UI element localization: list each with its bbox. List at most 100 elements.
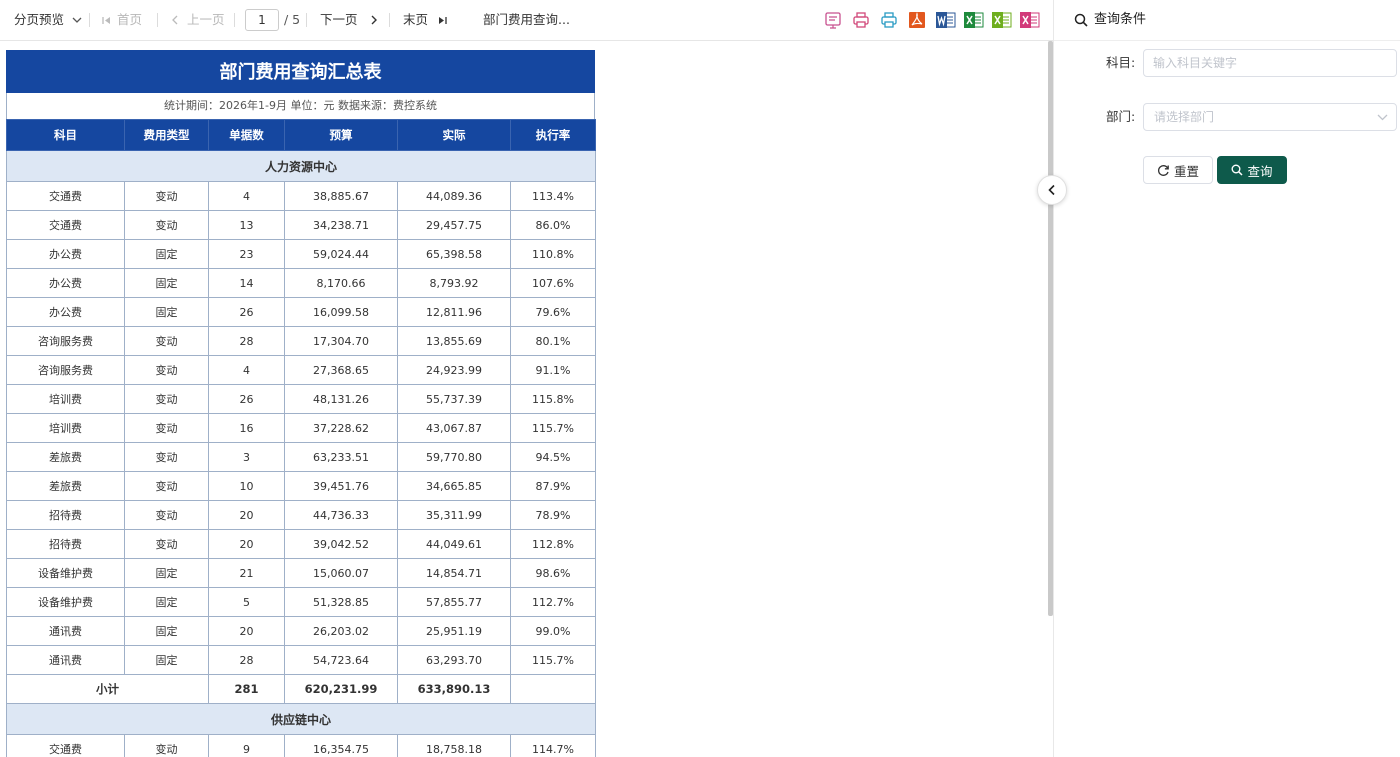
table-cell: 112.8% [510, 529, 596, 559]
page-number-input[interactable] [245, 9, 279, 31]
table-cell: 办公费 [6, 268, 125, 298]
table-cell: 48,131.26 [284, 384, 398, 414]
subtotal-count: 281 [208, 674, 285, 704]
excel-alt-icon[interactable] [992, 11, 1012, 29]
subtotal-label: 小计 [6, 674, 209, 704]
excel-icon[interactable] [964, 11, 984, 29]
query-button[interactable]: 查询 [1217, 156, 1287, 184]
table-cell: 78.9% [510, 500, 596, 530]
last-page-label: 末页 [403, 12, 429, 27]
chevron-right-icon [371, 15, 377, 25]
table-cell: 27,368.65 [284, 355, 398, 385]
collapse-panel-button[interactable] [1037, 175, 1067, 205]
refresh-icon [1158, 164, 1169, 176]
table-cell: 交通费 [6, 734, 125, 757]
department-placeholder: 请选择部门 [1154, 110, 1215, 124]
table-cell: 变动 [124, 529, 209, 559]
table-cell: 63,233.51 [284, 442, 398, 472]
subject-input[interactable] [1143, 49, 1397, 77]
chevron-left-icon [172, 15, 178, 25]
report-toolbar: 分页预览 首页 上一页 / 5 下一页 末页 部门费用查询... [0, 0, 1054, 41]
table-cell: 固定 [124, 268, 209, 298]
table-cell: 26 [208, 384, 285, 414]
report-meta: 统计期间：2026年1-9月 单位：元 数据来源：费控系统 [6, 93, 595, 119]
chevron-down-icon [1377, 114, 1388, 121]
document-title: 部门费用查询... [483, 12, 570, 27]
table-cell: 办公费 [6, 239, 125, 269]
table-row: 办公费 固定 26 16,099.58 12,811.96 79.6% [6, 297, 596, 327]
table-cell: 107.6% [510, 268, 596, 298]
department-select[interactable]: 请选择部门 [1143, 103, 1397, 131]
table-cell: 17,304.70 [284, 326, 398, 356]
print-layout-icon[interactable] [824, 11, 842, 29]
table-row: 通讯费 固定 28 54,723.64 63,293.70 115.7% [6, 645, 596, 675]
divider [234, 13, 235, 27]
table-cell: 37,228.62 [284, 413, 398, 443]
word-icon[interactable] [936, 11, 956, 29]
preview-mode-dropdown[interactable]: 分页预览 [14, 0, 82, 40]
prev-page-button[interactable]: 上一页 [171, 0, 225, 40]
query-panel-header: 查询条件 [1054, 0, 1400, 41]
table-cell: 99.0% [510, 616, 596, 646]
table-cell: 16,354.75 [284, 734, 398, 757]
excel-page-icon[interactable] [1020, 11, 1040, 29]
preview-mode-label: 分页预览 [14, 12, 65, 27]
report-table: 科目 费用类型 单据数 预算 实际 执行率 人力资源中心 交通费 变动 4 38,885… [6, 119, 596, 757]
column-header: 费用类型 [124, 119, 209, 151]
table-cell: 15,060.07 [284, 558, 398, 588]
table-cell: 变动 [124, 413, 209, 443]
group-row: 供应链中心 [6, 703, 596, 735]
table-cell: 113.4% [510, 181, 596, 211]
divider [157, 13, 158, 27]
report-viewport: 部门费用查询汇总表 统计期间：2026年1-9月 单位：元 数据来源：费控系统 … [0, 41, 1048, 757]
subject-label: 科目: [1106, 55, 1136, 70]
table-cell: 固定 [124, 616, 209, 646]
table-cell: 9 [208, 734, 285, 757]
table-cell: 20 [208, 529, 285, 559]
first-page-button[interactable]: 首页 [102, 0, 142, 40]
table-cell: 变动 [124, 384, 209, 414]
search-icon [1074, 13, 1088, 27]
table-cell: 24,923.99 [397, 355, 511, 385]
print-icon[interactable] [852, 11, 870, 29]
table-cell: 变动 [124, 326, 209, 356]
table-cell: 20 [208, 500, 285, 530]
table-cell: 115.7% [510, 645, 596, 675]
table-row: 培训费 变动 26 48,131.26 55,737.39 115.8% [6, 384, 596, 414]
table-cell: 65,398.58 [397, 239, 511, 269]
table-cell: 59,770.80 [397, 442, 511, 472]
print-preview-icon[interactable] [880, 11, 898, 29]
divider [89, 13, 90, 27]
table-cell: 23 [208, 239, 285, 269]
query-panel: 查询条件 科目: 部门: 请选择部门 重置 查询 [1054, 0, 1400, 757]
subtotal-actual: 633,890.13 [397, 674, 511, 704]
table-cell: 14 [208, 268, 285, 298]
table-cell: 招待费 [6, 500, 125, 530]
query-panel-title: 查询条件 [1094, 12, 1147, 27]
table-cell: 38,885.67 [284, 181, 398, 211]
page-total: / 5 [284, 12, 301, 27]
table-cell: 招待费 [6, 529, 125, 559]
table-cell: 34,665.85 [397, 471, 511, 501]
search-icon [1231, 164, 1244, 176]
table-row: 差旅费 变动 3 63,233.51 59,770.80 94.5% [6, 442, 596, 472]
group-name: 人力资源中心 [6, 150, 596, 182]
table-cell: 16,099.58 [284, 297, 398, 327]
report-page: 部门费用查询汇总表 统计期间：2026年1-9月 单位：元 数据来源：费控系统 … [6, 50, 596, 757]
report-title: 部门费用查询汇总表 [6, 50, 595, 93]
table-cell: 变动 [124, 500, 209, 530]
reset-button[interactable]: 重置 [1143, 156, 1213, 184]
pdf-icon[interactable] [908, 11, 926, 29]
last-page-button[interactable]: 末页 [403, 0, 447, 40]
table-cell: 设备维护费 [6, 558, 125, 588]
next-page-button[interactable]: 下一页 [320, 0, 378, 40]
table-cell: 变动 [124, 734, 209, 757]
table-row: 招待费 变动 20 44,736.33 35,311.99 78.9% [6, 500, 596, 530]
table-cell: 13,855.69 [397, 326, 511, 356]
table-cell: 54,723.64 [284, 645, 398, 675]
table-cell: 12,811.96 [397, 297, 511, 327]
table-row: 通讯费 固定 20 26,203.02 25,951.19 99.0% [6, 616, 596, 646]
table-cell: 59,024.44 [284, 239, 398, 269]
table-cell: 通讯费 [6, 645, 125, 675]
table-cell: 26,203.02 [284, 616, 398, 646]
